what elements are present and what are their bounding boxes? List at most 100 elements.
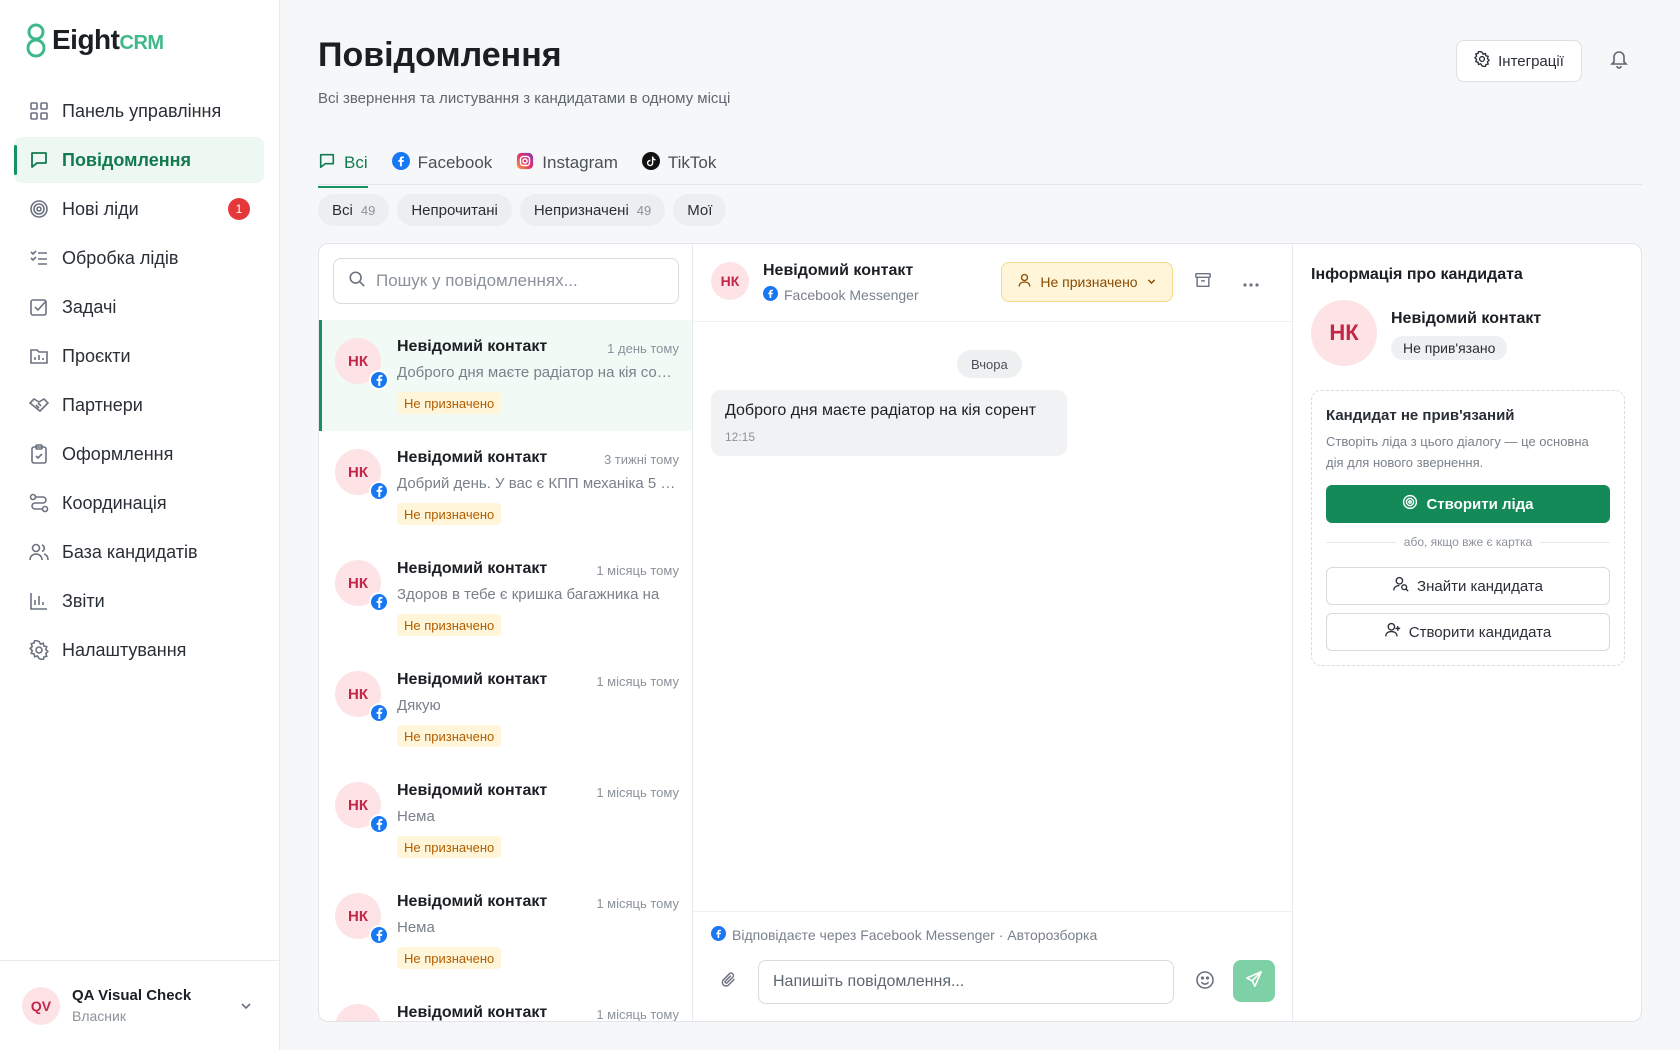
status-badge: Не призначено: [397, 947, 502, 969]
sidebar-item-partners[interactable]: Партнери: [14, 382, 264, 428]
archive-button[interactable]: [1191, 270, 1215, 294]
search-icon: [348, 270, 366, 293]
sidebar-item-settings[interactable]: Налаштування: [14, 627, 264, 673]
sidebar-item-label: Панель управління: [62, 100, 222, 121]
tab-facebook[interactable]: Facebook: [391, 140, 503, 186]
logo-mark-icon: [26, 23, 46, 58]
assign-dropdown[interactable]: Не призначено: [1001, 262, 1173, 302]
checklist-icon: [28, 247, 50, 269]
sidebar-item-label: Обробка лідів: [62, 247, 179, 268]
conversation-snippet: Доброго дня маєте радіатор на кія сорент: [397, 364, 679, 381]
avatar: НК: [711, 262, 749, 300]
list-item[interactable]: НК Невідомий контакт 1 місяць тому Нема …: [319, 875, 692, 986]
dashboard-icon: [28, 100, 50, 122]
conversation-list: НК Невідомий контакт 1 день тому Доброго…: [319, 320, 692, 1022]
conversation-snippet: Здоров в тебе є кришка багажника на: [397, 586, 660, 603]
sidebar-item-label: База кандидатів: [62, 541, 198, 562]
tiktok-icon: [641, 151, 660, 175]
gear-icon: [28, 639, 50, 661]
emoji-button[interactable]: [1193, 970, 1217, 994]
search-box[interactable]: [333, 258, 679, 304]
sidebar-item-projects[interactable]: Проєкти: [14, 333, 264, 379]
conversation-time: 1 день тому: [607, 341, 679, 356]
conversation-time: 1 місяць тому: [596, 1007, 679, 1022]
sidebar-item-label: Оформлення: [62, 443, 174, 464]
integrations-button[interactable]: Інтеграції: [1456, 40, 1582, 82]
brand-logo[interactable]: EightCRM: [26, 22, 164, 58]
list-item[interactable]: НК Невідомий контакт 1 місяць тому Дякую…: [319, 653, 692, 764]
user-name: QA Visual Check: [72, 987, 192, 1004]
sidebar-item-label: Нові ліди: [62, 198, 139, 219]
status-badge: Не прив'язано: [1391, 336, 1508, 360]
chevron-down-icon: [1146, 274, 1157, 290]
conversation-list-column: НК Невідомий контакт 1 день тому Доброго…: [319, 244, 693, 1022]
users-icon: [28, 541, 50, 563]
sidebar-item-label: Повідомлення: [62, 149, 191, 170]
user-icon: [1017, 273, 1032, 291]
avatar: QV: [22, 986, 60, 1025]
attach-button[interactable]: [717, 970, 741, 994]
chat-column: НК Невідомий контакт Facebook Messenger …: [693, 244, 1293, 1021]
user-role: Власник: [72, 1008, 126, 1024]
tab-instagram[interactable]: Instagram: [516, 140, 628, 186]
sidebar-item-reports[interactable]: Звіти: [14, 578, 264, 624]
clipboard-icon: [28, 443, 50, 465]
list-item[interactable]: НК Невідомий контакт 3 тижні тому Добрий…: [319, 431, 692, 542]
filter-mine[interactable]: Мої: [673, 194, 727, 226]
conversation-name: Невідомий контакт: [397, 671, 548, 688]
search-input[interactable]: [376, 271, 656, 291]
paperclip-icon: [720, 971, 738, 994]
sidebar-item-registration[interactable]: Оформлення: [14, 431, 264, 477]
route-icon: [28, 492, 50, 514]
tab-tiktok[interactable]: TikTok: [641, 140, 727, 186]
sidebar-item-candidates[interactable]: База кандидатів: [14, 529, 264, 575]
filter-unassigned[interactable]: Непризначені 49: [519, 194, 666, 226]
chevron-down-icon[interactable]: [239, 999, 253, 1016]
conversation-snippet: Добрий день. У вас є КПП механіка 5 ступ: [397, 475, 679, 492]
list-item[interactable]: НК Невідомий контакт 1 місяць тому Здоро…: [319, 542, 692, 653]
target-icon: [28, 198, 50, 220]
conversation-snippet: Нема: [397, 808, 435, 825]
handshake-icon: [28, 394, 50, 416]
sidebar-item-new-leads[interactable]: Нові ліди 1: [14, 186, 264, 232]
filter-all[interactable]: Всі 49: [318, 194, 390, 226]
info-contact-name: Невідомий контакт: [1391, 310, 1542, 327]
page-title: Повідомлення: [318, 36, 562, 74]
sidebar-item-label: Координація: [62, 492, 167, 513]
conversation-name: Невідомий контакт: [397, 1004, 548, 1021]
facebook-icon: [763, 286, 778, 304]
find-candidate-button[interactable]: Знайти кандидата: [1326, 567, 1610, 605]
conversation-time: 1 місяць тому: [596, 785, 679, 800]
sidebar-item-lead-processing[interactable]: Обробка лідів: [14, 235, 264, 281]
status-badge: Не призначено: [397, 836, 502, 858]
tab-all[interactable]: Всі: [318, 140, 378, 188]
list-item[interactable]: НК Невідомий контакт 1 місяць тому: [319, 986, 692, 1022]
card-description: Створіть ліда з цього діалогу — це основ…: [1326, 434, 1589, 470]
list-item[interactable]: НК Невідомий контакт 1 день тому Доброго…: [319, 320, 692, 431]
tab-label: TikTok: [667, 153, 717, 172]
facebook-icon: [369, 370, 389, 390]
create-candidate-button[interactable]: Створити кандидата: [1326, 613, 1610, 651]
composer: Відповідаєте через Facebook Messenger · …: [693, 911, 1293, 1021]
bell-icon: [1609, 49, 1629, 74]
chat-channel-label: Facebook Messenger: [784, 287, 919, 303]
sidebar-item-messages[interactable]: Повідомлення: [14, 137, 264, 183]
sidebar-item-label: Задачі: [62, 296, 117, 317]
info-title: Інформація про кандидата: [1311, 266, 1523, 283]
sidebar-item-tasks[interactable]: Задачі: [14, 284, 264, 330]
message-input[interactable]: [758, 960, 1174, 1004]
list-item[interactable]: НК Невідомий контакт 1 місяць тому Нема …: [319, 764, 692, 875]
send-button[interactable]: [1233, 960, 1275, 1002]
sidebar-item-label: Проєкти: [62, 345, 131, 366]
candidate-info-column: Інформація про кандидата НК Невідомий ко…: [1293, 244, 1641, 1021]
more-options-button[interactable]: [1239, 270, 1263, 294]
tab-label: Instagram: [542, 153, 618, 172]
reply-via-label: Відповідаєте через Facebook Messenger · …: [732, 927, 1098, 943]
create-lead-button[interactable]: Створити ліда: [1326, 485, 1610, 523]
notifications-button[interactable]: [1604, 46, 1634, 76]
status-badge: Не призначено: [397, 614, 502, 636]
filter-unread[interactable]: Непрочитані: [397, 194, 512, 226]
sidebar-item-dashboard[interactable]: Панель управління: [14, 88, 264, 134]
user-menu[interactable]: QV QA Visual Check Власник: [0, 960, 279, 1050]
sidebar-item-coordination[interactable]: Координація: [14, 480, 264, 526]
